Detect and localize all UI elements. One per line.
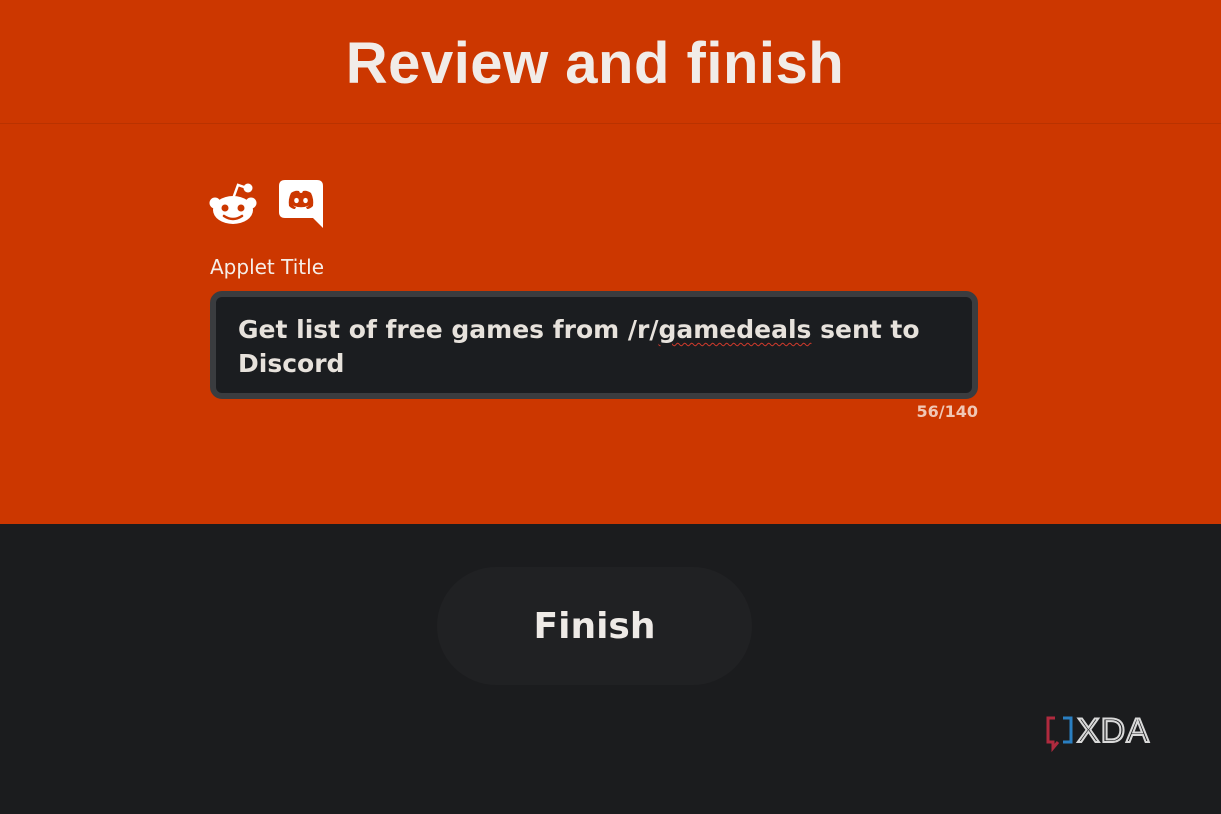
page-header: Review and finish bbox=[0, 0, 1221, 124]
xda-bracket-icon bbox=[1046, 716, 1073, 752]
xda-watermark-text: XDA bbox=[1076, 711, 1150, 751]
applet-title-input[interactable]: Get list of free games from /r/gamedeals… bbox=[210, 291, 978, 399]
review-panel: Review and finish Applet Title Get list … bbox=[0, 0, 1221, 524]
xda-watermark: XDA bbox=[1045, 711, 1163, 754]
applet-title-label: Applet Title bbox=[210, 255, 324, 279]
title-text-part: Get list of free games from /r/ bbox=[238, 315, 659, 344]
applet-title-value[interactable]: Get list of free games from /r/gamedeals… bbox=[238, 313, 938, 381]
character-counter: 56/140 bbox=[916, 402, 978, 421]
page-title: Review and finish bbox=[345, 31, 845, 96]
discord-icon bbox=[279, 180, 323, 228]
spellcheck-word: gamedeals bbox=[658, 315, 812, 344]
reddit-icon bbox=[209, 183, 257, 224]
finish-button[interactable]: Finish bbox=[437, 567, 752, 685]
